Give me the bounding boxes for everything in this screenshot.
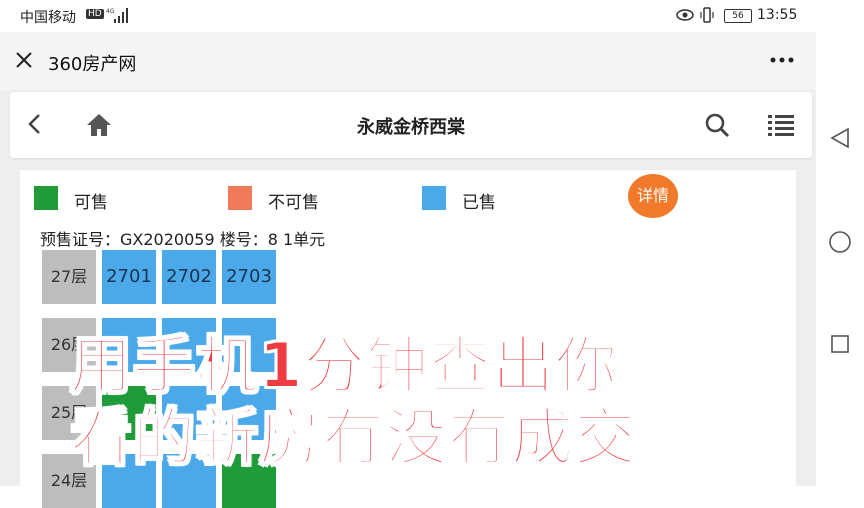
legend-swatch-available <box>34 186 58 210</box>
battery-icon: 56 <box>724 9 752 23</box>
unit-cell[interactable]: 2702 <box>162 250 216 304</box>
legend-label: 已售 <box>462 193 496 213</box>
unit-cell[interactable]: 2703 <box>222 250 276 304</box>
search-icon[interactable] <box>704 112 730 138</box>
back-nav-icon[interactable] <box>828 126 852 150</box>
floor-label: 27层 <box>42 250 96 304</box>
eye-icon <box>676 9 694 21</box>
carrier-name: 中国移动 <box>20 10 76 26</box>
hd-badge: HD <box>86 9 104 19</box>
unit-cell[interactable]: 2701 <box>102 250 156 304</box>
signal-icon: 4G <box>106 8 128 23</box>
promo-caption-line-1: 用手机1分钟查出你 <box>69 329 619 403</box>
app-bar: 360房产网 <box>0 32 816 90</box>
more-icon[interactable] <box>768 50 796 70</box>
legend-swatch-not-for-sale <box>228 186 252 210</box>
network-type: 4G <box>106 8 115 15</box>
recent-apps-icon[interactable] <box>830 334 850 354</box>
status-bar: 中国移动 HD 4G 56 13:55 <box>0 0 816 32</box>
legend-label: 可售 <box>74 193 108 213</box>
clock: 13:55 <box>757 7 798 23</box>
app-title: 360房产网 <box>48 54 137 75</box>
promo-caption-line-2: 看的新房有没有成交 <box>69 401 638 475</box>
promo-caption: 用手机1分钟查出你 看的新房有没有成交 <box>69 329 790 486</box>
presale-permit-info: 预售证号：GX2020059 楼号：8 1单元 <box>40 230 326 249</box>
legend-swatch-sold <box>422 186 446 210</box>
page-title: 永威金桥西棠 <box>357 117 465 138</box>
system-nav-bar <box>816 0 864 486</box>
close-icon[interactable] <box>14 50 34 70</box>
menu-icon[interactable] <box>768 114 794 136</box>
legend-label: 不可售 <box>268 193 319 213</box>
home-nav-icon[interactable] <box>828 230 852 254</box>
vibrate-icon <box>700 7 714 23</box>
detail-button[interactable]: 详情 <box>628 174 678 218</box>
site-header: 永威金桥西棠 <box>10 92 812 158</box>
